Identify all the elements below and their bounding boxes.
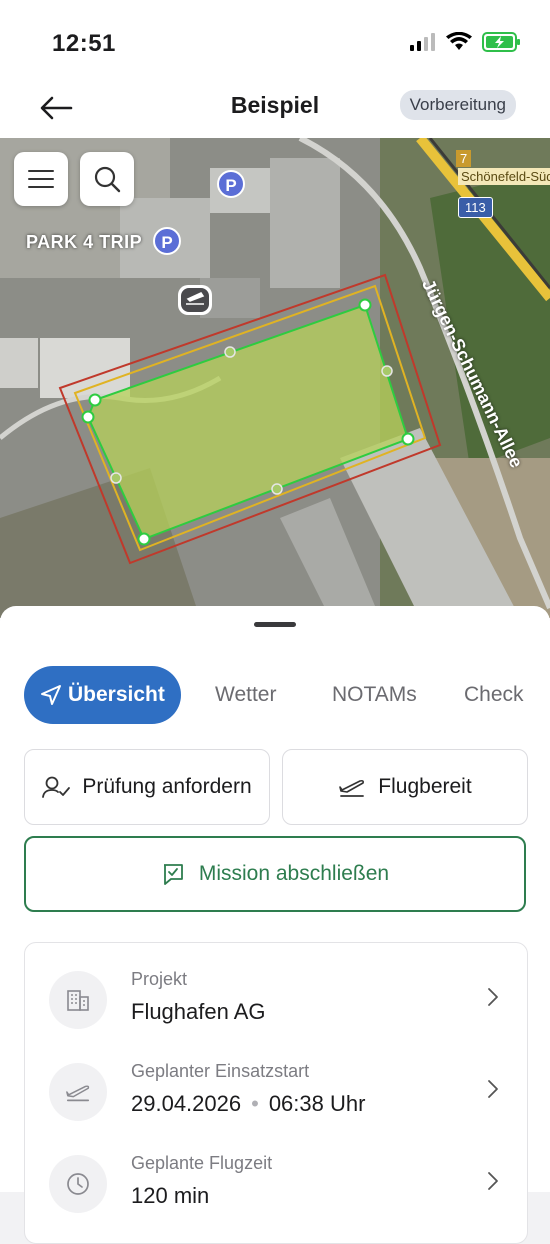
menu-icon <box>28 170 54 188</box>
tab-label: Übersicht <box>68 683 165 706</box>
tab-weather[interactable]: Wetter <box>215 666 276 724</box>
search-icon <box>94 166 121 193</box>
start-time: 06:38 Uhr <box>268 1091 366 1116</box>
tab-label: NOTAMs <box>332 683 417 706</box>
status-badge: Vorbereitung <box>399 90 516 120</box>
tab-label: Wetter <box>215 683 277 706</box>
flight-ready-label: Flugbereit <box>378 775 472 798</box>
map-menu-button[interactable] <box>14 152 68 206</box>
signal-icon <box>410 33 435 51</box>
map-search-button[interactable] <box>80 152 134 206</box>
start-date: 29.04.2026 <box>131 1091 242 1116</box>
wifi-icon <box>446 32 472 50</box>
clock-icon <box>49 1155 107 1213</box>
detail-row-project[interactable]: Projekt Flughafen AG <box>25 955 527 1041</box>
battery-icon <box>482 32 520 52</box>
finish-mission-button[interactable]: Mission abschließen <box>24 836 526 912</box>
user-check-icon <box>42 776 71 798</box>
chevron-right-icon <box>488 1172 498 1190</box>
request-review-label: Prüfung anfordern <box>82 775 252 798</box>
detail-label: Geplanter Einsatzstart <box>131 1061 310 1081</box>
mission-details-card: Projekt Flughafen AG Geplanter Einsatzst… <box>24 942 528 1244</box>
exit-label: 7 <box>456 150 472 167</box>
flight-ready-button[interactable]: Flugbereit <box>282 749 528 825</box>
place-label: Schönefeld-Süd <box>458 168 550 185</box>
chevron-right-icon <box>488 988 498 1006</box>
tab-bar: Übersicht Wetter NOTAMs Check <box>24 666 550 724</box>
tab-overview[interactable]: Übersicht <box>24 666 181 724</box>
tab-label: Check <box>464 683 524 706</box>
map-view[interactable]: P P PARK 4 TRIP Jürgen-Schumann-Allee 7 … <box>0 138 550 618</box>
status-bar: 12:51 <box>0 0 550 80</box>
navigation-arrow-icon <box>41 685 61 705</box>
sheet-handle[interactable] <box>254 622 296 627</box>
flag-check-icon <box>163 864 183 885</box>
detail-value: 120 min <box>131 1183 210 1208</box>
detail-value: Flughafen AG <box>131 999 266 1024</box>
svg-text:P: P <box>225 176 236 195</box>
detail-value: 29.04.2026 • 06:38 Uhr <box>131 1091 365 1117</box>
detail-label: Projekt <box>131 969 188 989</box>
bottom-sheet: Übersicht Wetter NOTAMs Check Prüfung an… <box>0 606 550 1244</box>
header: Beispiel Vorbereitung <box>0 80 550 138</box>
detail-row-flight-time[interactable]: Geplante Flugzeit 120 min <box>25 1139 527 1225</box>
detail-label: Geplante Flugzeit <box>131 1153 273 1173</box>
status-time: 12:51 <box>52 30 116 57</box>
building-icon <box>49 971 107 1029</box>
detail-row-start[interactable]: Geplanter Einsatzstart 29.04.2026 • 06:38 … <box>25 1047 527 1133</box>
takeoff-icon <box>339 779 365 797</box>
request-review-button[interactable]: Prüfung anfordern <box>24 749 270 825</box>
route-shield: 113 <box>458 197 493 218</box>
tab-notams[interactable]: NOTAMs <box>332 666 417 724</box>
svg-text:P: P <box>161 233 172 252</box>
separator-dot: • <box>251 1091 259 1116</box>
poi-label: PARK 4 TRIP <box>26 232 143 252</box>
takeoff-icon <box>49 1063 107 1121</box>
status-icons <box>410 32 522 52</box>
tab-check[interactable]: Check <box>464 666 524 724</box>
chevron-right-icon <box>488 1080 498 1098</box>
finish-mission-label: Mission abschließen <box>198 862 390 885</box>
